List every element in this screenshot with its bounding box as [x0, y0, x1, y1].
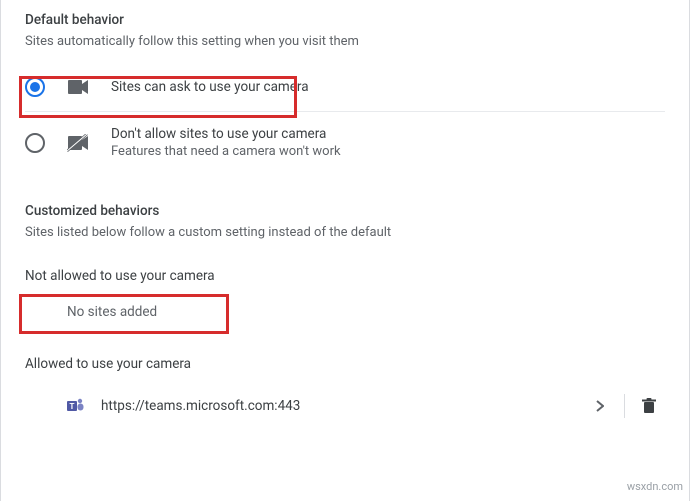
- divider: [25, 111, 665, 112]
- allowed-title: Allowed to use your camera: [1, 338, 689, 382]
- camera-off-icon: [67, 134, 89, 152]
- customized-title: Customized behaviors: [1, 203, 689, 225]
- option-ask-label: Sites can ask to use your camera: [111, 79, 309, 95]
- customized-desc: Sites listed below follow a custom setti…: [1, 225, 689, 258]
- not-allowed-title: Not allowed to use your camera: [1, 258, 689, 294]
- option-block-sub: Features that need a camera won't work: [111, 144, 341, 159]
- teams-icon: T: [67, 397, 85, 415]
- delete-icon[interactable]: [633, 390, 665, 422]
- radio-selected[interactable]: [25, 77, 45, 97]
- watermark: wsxdn.com: [627, 480, 683, 493]
- option-block-label: Don't allow sites to use your camera: [111, 126, 341, 142]
- option-ask-camera[interactable]: Sites can ask to use your camera: [1, 67, 689, 107]
- default-behavior-title: Default behavior: [1, 12, 689, 34]
- default-behavior-desc: Sites automatically follow this setting …: [1, 34, 689, 67]
- settings-panel: Default behavior Sites automatically fol…: [0, 0, 690, 501]
- divider-vertical: [624, 394, 625, 418]
- option-block-camera[interactable]: Don't allow sites to use your camera Fea…: [1, 116, 689, 169]
- expand-arrow-icon[interactable]: [584, 390, 616, 422]
- camera-icon: [67, 80, 89, 94]
- allowed-site-row[interactable]: T https://teams.microsoft.com:443: [1, 382, 689, 430]
- svg-text:T: T: [70, 402, 75, 411]
- not-allowed-empty: No sites added: [1, 294, 689, 338]
- site-url: https://teams.microsoft.com:443: [101, 398, 584, 414]
- radio-unselected[interactable]: [25, 133, 45, 153]
